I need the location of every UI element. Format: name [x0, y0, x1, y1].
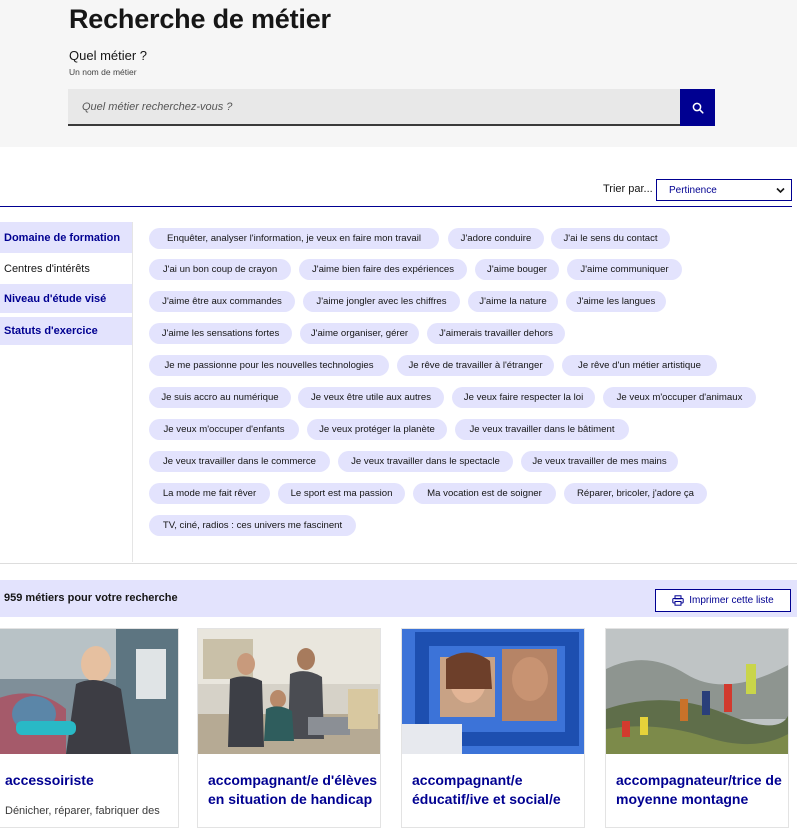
sort-selected-value: Pertinence — [669, 184, 717, 196]
job-card[interactable]: accompagnateur/trice de moyenne montagne — [605, 628, 789, 828]
interest-tag[interactable]: J'ai un bon coup de crayon — [149, 259, 291, 280]
interest-tag[interactable]: J'aime bien faire des expériences — [299, 259, 467, 280]
interest-tag[interactable]: Je veux faire respecter la loi — [452, 387, 595, 408]
interest-tag[interactable]: J'adore conduire — [448, 228, 544, 249]
interest-tag[interactable]: Réparer, bricoler, j'adore ça — [564, 483, 707, 504]
sidebar-item-domaine-formation[interactable]: Domaine de formation — [0, 222, 132, 253]
job-card-image — [606, 629, 788, 754]
sidebar-item-centres-interets[interactable]: Centres d'intérêts — [0, 253, 132, 284]
interest-tag[interactable]: TV, ciné, radios : ces univers me fascin… — [149, 515, 356, 536]
chevron-down-icon — [776, 187, 785, 194]
job-card-title: accessoiriste — [5, 772, 94, 788]
job-card[interactable]: accessoiriste Dénicher, réparer, fabriqu… — [0, 628, 179, 828]
interest-tag[interactable]: J'aime communiquer — [567, 259, 682, 280]
interest-tag[interactable]: Je veux être utile aux autres — [298, 387, 444, 408]
job-card-description: Dénicher, réparer, fabriquer des — [5, 805, 160, 817]
search-icon — [692, 102, 704, 114]
interest-tag[interactable]: Je rêve de travailler à l'étranger — [397, 355, 554, 376]
section-divider — [0, 206, 792, 207]
job-card-image — [198, 629, 380, 754]
interest-tag[interactable]: Je veux travailler dans le bâtiment — [455, 419, 629, 440]
results-count: 959 métiers pour votre recherche — [4, 592, 178, 604]
interest-tag[interactable]: J'aime la nature — [468, 291, 558, 312]
interest-tag[interactable]: Je veux travailler de mes mains — [521, 451, 678, 472]
sort-label: Trier par... — [603, 183, 653, 195]
interest-tag[interactable]: J'aime les sensations fortes — [149, 323, 292, 344]
interest-tag[interactable]: J'aime jongler avec les chiffres — [303, 291, 460, 312]
interest-tag[interactable]: Enquêter, analyser l'information, je veu… — [149, 228, 439, 249]
interest-tag[interactable]: J'aime les langues — [566, 291, 666, 312]
job-card-title: accompagnant/e éducatif/ive et social/e — [412, 772, 561, 807]
interest-tag[interactable]: Je veux m'occuper d'animaux — [603, 387, 756, 408]
search-button[interactable] — [680, 89, 715, 126]
job-card-image — [0, 629, 178, 754]
sidebar-item-statuts-exercice[interactable]: Statuts d'exercice — [0, 317, 132, 345]
interest-tag[interactable]: J'aime être aux commandes — [149, 291, 295, 312]
print-list-button[interactable]: Imprimer cette liste — [655, 589, 791, 612]
interest-tag[interactable]: Je veux m'occuper d'enfants — [149, 419, 299, 440]
interest-tag[interactable]: Je me passionne pour les nouvelles techn… — [149, 355, 389, 376]
interest-tag[interactable]: Je rêve d'un métier artistique — [562, 355, 717, 376]
sort-select[interactable]: Pertinence — [656, 179, 792, 201]
interest-tag[interactable]: J'aime organiser, gérer — [300, 323, 419, 344]
interest-tag[interactable]: Ma vocation est de soigner — [413, 483, 556, 504]
interest-tag[interactable]: Je veux travailler dans le commerce — [149, 451, 330, 472]
interest-tag[interactable]: Je suis accro au numérique — [149, 387, 291, 408]
interest-tag[interactable]: Je veux travailler dans le spectacle — [338, 451, 513, 472]
job-card-image — [402, 629, 584, 754]
interest-tag[interactable]: J'ai le sens du contact — [551, 228, 670, 249]
page-title: Recherche de métier — [69, 4, 331, 34]
interest-tag[interactable]: J'aime bouger — [475, 259, 559, 280]
job-field-label: Quel métier ? — [69, 48, 148, 63]
job-card-title: accompagnateur/trice de moyenne montagne — [616, 772, 782, 807]
job-card[interactable]: accompagnant/e éducatif/ive et social/e — [401, 628, 585, 828]
interest-tag[interactable]: La mode me fait rêver — [149, 483, 270, 504]
sidebar-divider — [132, 222, 133, 562]
sidebar-item-niveau-etude[interactable]: Niveau d'étude visé — [0, 284, 132, 313]
job-card[interactable]: accompagnant/e d'élèves en situation de … — [197, 628, 381, 828]
job-search-input[interactable] — [68, 89, 680, 126]
job-card-title: accompagnant/e d'élèves en situation de … — [208, 772, 378, 807]
interest-tag[interactable]: Je veux protéger la planète — [307, 419, 447, 440]
interest-tag[interactable]: J'aimerais travailler dehors — [427, 323, 565, 344]
printer-icon — [672, 595, 684, 606]
filters-bottom-divider — [0, 563, 797, 564]
job-field-hint: Un nom de métier — [69, 67, 137, 77]
interest-tag[interactable]: Le sport est ma passion — [278, 483, 405, 504]
